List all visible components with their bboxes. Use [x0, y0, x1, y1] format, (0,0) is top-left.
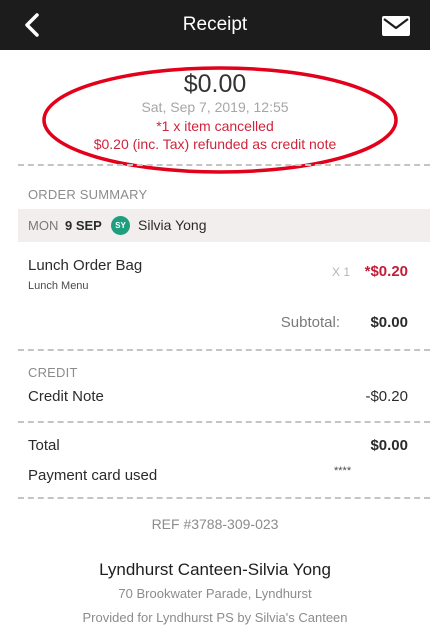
- person-name: Silvia Yong: [138, 217, 207, 233]
- divider: [18, 497, 430, 499]
- credit-heading: CREDIT: [28, 365, 78, 380]
- subtotal-value: $0.00: [370, 314, 408, 331]
- divider: [18, 349, 430, 351]
- item-price: *$0.20: [364, 263, 408, 280]
- item-menu: Lunch Menu: [28, 280, 89, 292]
- reference-number: REF #3788-309-023: [151, 516, 279, 532]
- order-date-row: MON 9 SEP SY Silvia Yong: [18, 209, 430, 242]
- top-bar: Receipt: [0, 0, 430, 50]
- divider: [18, 421, 430, 423]
- canteen-name: Lyndhurst Canteen-Silvia Yong: [99, 560, 331, 579]
- order-day: MON: [28, 218, 59, 233]
- receipt-datetime: Sat, Sep 7, 2019, 12:55: [141, 99, 289, 115]
- page-title: Receipt: [182, 14, 248, 35]
- total-value: $0.00: [370, 437, 408, 454]
- avatar: SY: [111, 216, 130, 235]
- refund-note: $0.20 (inc. Tax) refunded as credit note: [93, 136, 337, 152]
- cancel-note: *1 x item cancelled: [156, 118, 274, 134]
- order-date: 9 SEP: [65, 218, 102, 233]
- mail-icon[interactable]: [382, 16, 410, 36]
- credit-note-value: -$0.20: [365, 388, 408, 405]
- payment-card-masked: ****: [334, 465, 352, 477]
- receipt-amount: $0.00: [183, 70, 247, 98]
- payment-label: Payment card used: [28, 467, 158, 484]
- canteen-address: 70 Brookwater Parade, Lyndhurst: [118, 586, 312, 601]
- item-name: Lunch Order Bag: [28, 257, 143, 274]
- item-quantity: X 1: [331, 265, 350, 279]
- credit-note-label: Credit Note: [28, 388, 104, 405]
- divider: [18, 164, 430, 166]
- order-summary-heading: ORDER SUMMARY: [28, 187, 148, 202]
- total-label: Total: [28, 437, 60, 454]
- provided-by: Provided for Lyndhurst PS by Silvia's Ca…: [82, 610, 348, 625]
- subtotal-label: Subtotal:: [280, 314, 340, 331]
